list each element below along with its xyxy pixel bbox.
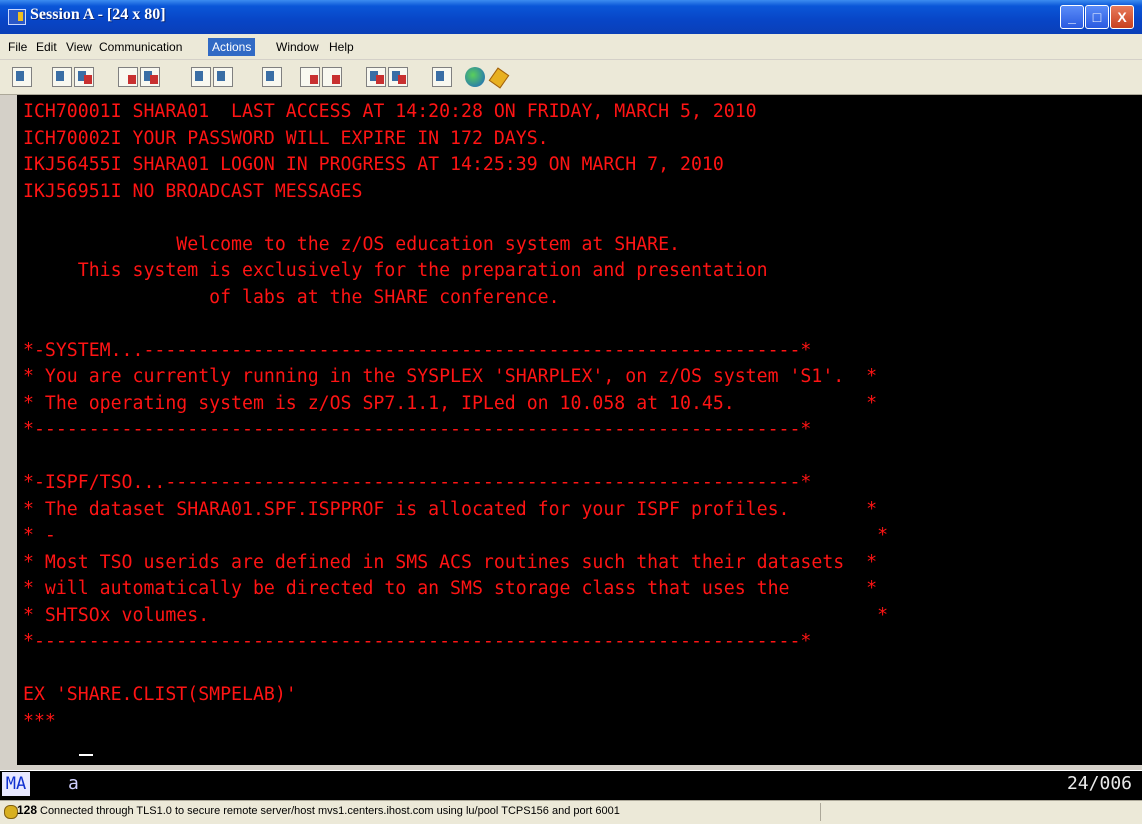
- macro-icon[interactable]: [262, 67, 282, 87]
- paste-icon[interactable]: [74, 67, 94, 87]
- menu-communication[interactable]: Communication: [95, 38, 186, 56]
- terminal-line: * The dataset SHARA01.SPF.ISPPROF is all…: [23, 498, 878, 520]
- help-globe-icon[interactable]: [465, 67, 485, 87]
- terminal-screen[interactable]: ICH70001I SHARA01 LAST ACCESS AT 14:20:2…: [17, 95, 1142, 765]
- minimize-button[interactable]: _: [1060, 5, 1084, 29]
- terminal-line: *-ISPF/TSO...---------------------------…: [23, 472, 812, 493]
- terminal-text: ICH70001I SHARA01 LAST ACCESS AT 14:20:2…: [23, 99, 888, 735]
- title-bar[interactable]: Session A - [24 x 80] _ □ X: [0, 0, 1142, 34]
- menu-window[interactable]: Window: [272, 38, 323, 56]
- copy-icon[interactable]: [52, 67, 72, 87]
- terminal-line: ***: [23, 710, 56, 732]
- send-file-icon[interactable]: [118, 67, 138, 87]
- menu-view[interactable]: View: [62, 38, 96, 56]
- color-remap-icon[interactable]: [388, 67, 408, 87]
- key-icon[interactable]: [488, 67, 510, 89]
- menu-actions[interactable]: Actions: [208, 38, 256, 56]
- terminal-line: * You are currently running in the SYSPL…: [23, 366, 878, 387]
- close-button[interactable]: X: [1110, 5, 1134, 29]
- terminal-line: ICH70001I SHARA01 LAST ACCESS AT 14:20:2…: [23, 101, 757, 122]
- text-cursor: [79, 754, 93, 756]
- record-macro-icon[interactable]: [300, 67, 320, 87]
- terminal-line: This system is exclusively for the prepa…: [23, 260, 768, 281]
- terminal-line: * SHTSOx volumes. *: [23, 604, 889, 626]
- menu-file[interactable]: File: [4, 38, 31, 56]
- terminal-line: ICH70002I YOUR PASSWORD WILL EXPIRE IN 1…: [23, 127, 549, 149]
- terminal-line: EX 'SHARE.CLIST(SMPELAB)': [23, 684, 297, 705]
- maximize-button[interactable]: □: [1085, 5, 1109, 29]
- toolbar: [0, 60, 1142, 95]
- operator-info-area: MA a 24/006: [0, 770, 1142, 801]
- terminal-line: Welcome to the z/OS education system at …: [23, 233, 680, 255]
- print-screen-icon[interactable]: [12, 67, 32, 87]
- terminal-line: * Most TSO userids are defined in SMS AC…: [23, 551, 878, 573]
- status-message: Connected through TLS1.0 to secure remot…: [40, 805, 620, 817]
- menu-edit[interactable]: Edit: [32, 38, 61, 56]
- terminal-line: * The operating system is z/OS SP7.1.1, …: [23, 392, 878, 414]
- terminal-line: * - *: [23, 525, 889, 546]
- terminal-line: IKJ56455I SHARA01 LOGON IN PROGRESS AT 1…: [23, 154, 724, 175]
- terminal-line: IKJ56951I NO BROADCAST MESSAGES: [23, 180, 363, 202]
- terminal-line: *---------------------------------------…: [23, 631, 812, 652]
- keyboard-map-icon[interactable]: [213, 67, 233, 87]
- status-bar: 128 Connected through TLS1.0 to secure r…: [0, 800, 1142, 824]
- display-setup-icon[interactable]: [191, 67, 211, 87]
- menu-bar: File Edit View Communication Actions Win…: [0, 34, 1142, 60]
- clipboard-icon[interactable]: [432, 67, 452, 87]
- terminal-line: *-SYSTEM...-----------------------------…: [23, 339, 812, 361]
- status-divider: [820, 803, 821, 821]
- receive-file-icon[interactable]: [140, 67, 160, 87]
- color-setup-icon[interactable]: [366, 67, 386, 87]
- lock-icon: [4, 805, 18, 819]
- session-indicator: a: [68, 773, 79, 794]
- menu-help[interactable]: Help: [325, 38, 358, 56]
- cursor-position: 24/006: [1066, 773, 1132, 794]
- window-title: Session A - [24 x 80]: [30, 6, 166, 23]
- mode-indicator: MA: [2, 772, 30, 796]
- terminal-line: *---------------------------------------…: [23, 419, 812, 440]
- terminal-line: of labs at the SHARE conference.: [23, 286, 560, 308]
- app-icon[interactable]: [8, 9, 26, 25]
- terminal-line: * will automatically be directed to an S…: [23, 578, 878, 599]
- play-macro-icon[interactable]: [322, 67, 342, 87]
- status-code: 128: [17, 803, 38, 817]
